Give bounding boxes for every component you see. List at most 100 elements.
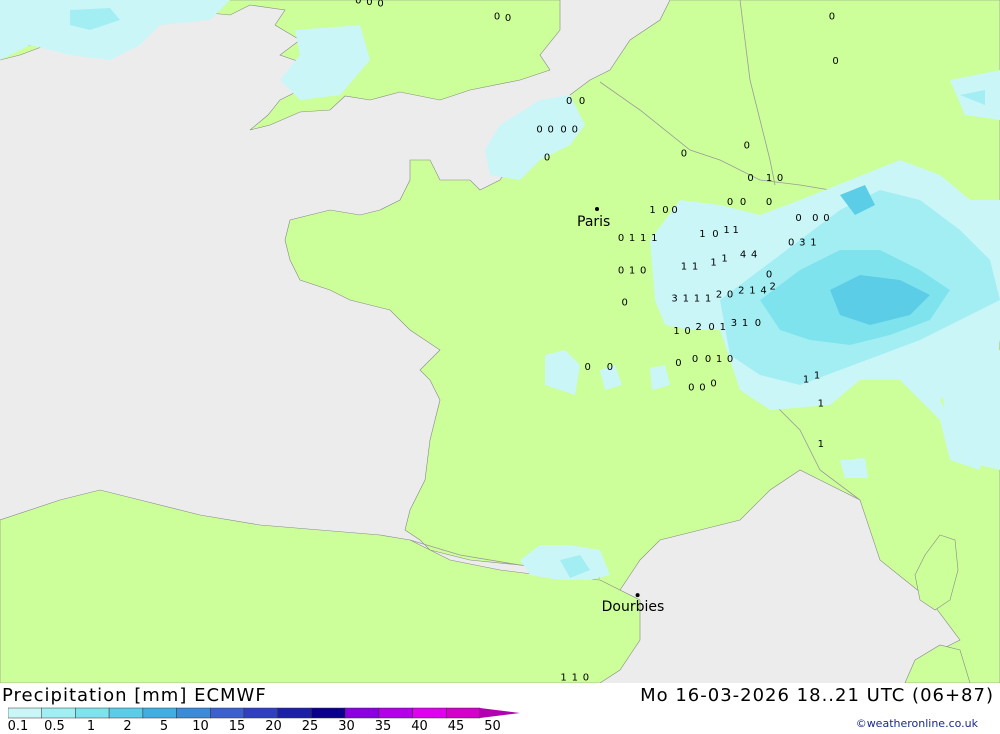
precip-value: 0: [548, 124, 554, 135]
precip-value: 0: [795, 213, 801, 224]
precip-value: 0: [705, 354, 711, 365]
precip-value: 0: [671, 205, 677, 216]
legend-swatch: [176, 707, 211, 719]
valid-time: Mo 16-03-2026 18..21 UTC (06+87): [640, 685, 994, 706]
city-marker: [635, 593, 640, 598]
precip-value: 1: [710, 257, 716, 268]
precip-value: 2: [738, 286, 744, 297]
legend-swatch: [446, 707, 481, 719]
precip-value: 1: [766, 173, 772, 184]
precip-value: 1: [681, 261, 687, 272]
precip-value: 1: [694, 294, 700, 305]
precip-value: 1: [723, 225, 729, 236]
legend-swatch: [311, 707, 346, 719]
legend-arrow: [480, 708, 520, 718]
precip-value: 0: [829, 12, 835, 23]
legend-tick-label: 2: [123, 719, 132, 734]
city-marker: [595, 207, 599, 211]
legend-swatch: [277, 707, 312, 719]
legend-tick-label: 35: [374, 719, 392, 734]
precip-value: 0: [681, 149, 687, 160]
precip-value: 0: [622, 298, 628, 309]
legend-swatch: [41, 707, 76, 719]
precip-value: 0: [607, 362, 613, 373]
legend-swatch: [210, 707, 245, 719]
legend-swatch: [108, 707, 144, 719]
legend-tick-label: 10: [192, 719, 209, 734]
precip-value: 1: [742, 318, 748, 329]
legend-tick-label: 1: [86, 719, 96, 734]
precip-value: 0: [744, 141, 750, 152]
precip-value: 1: [818, 439, 824, 450]
precip-value: 0: [572, 124, 578, 135]
precip-value: 0: [618, 233, 624, 244]
precip-value: 0: [377, 0, 383, 10]
legend-swatch: [243, 707, 278, 719]
precip-value: 0: [823, 213, 829, 224]
precip-value: 1: [699, 229, 705, 240]
precip-value: 0: [688, 382, 694, 393]
precip-value: 1: [560, 673, 566, 684]
precip-value: 0: [618, 266, 624, 277]
precip-value: 0: [727, 197, 733, 208]
precip-value: 1: [814, 370, 820, 381]
precip-value: 0: [355, 0, 361, 7]
precip-value: 2: [696, 322, 702, 333]
precip-value: 4: [751, 249, 757, 260]
precip-value: 0: [708, 322, 714, 333]
credit-text: ©weatheronline.co.uk: [855, 717, 978, 730]
footer-bar: Precipitation [mm] ECMWF Mo 16-03-2026 1…: [0, 683, 1000, 734]
precip-value: 1: [705, 294, 711, 305]
legend-tick-label: 25: [301, 719, 319, 734]
precip-value: 0: [710, 378, 716, 389]
precip-value: 1: [683, 294, 689, 305]
legend-tick-label: 0.1: [7, 719, 29, 734]
color-scale-legend: [8, 707, 520, 719]
precip-value: 0: [505, 13, 511, 24]
precip-value: 0: [699, 382, 705, 393]
precip-value: 0: [560, 124, 566, 135]
precip-value: 1: [640, 233, 646, 244]
precip-value: 3: [731, 318, 737, 329]
precip-value: 0: [494, 12, 500, 23]
precip-value: 0: [366, 0, 372, 8]
precip-value: 1: [629, 266, 635, 277]
precip-value: 0: [684, 326, 690, 337]
precip-value: 0: [579, 96, 585, 107]
city-label: Paris: [577, 214, 610, 230]
legend-swatch: [142, 707, 177, 719]
legend-tick-label: 40: [411, 719, 428, 734]
legend-swatch: [378, 707, 413, 719]
precip-value: 0: [640, 266, 646, 277]
legend-swatch: [8, 707, 42, 719]
precip-value: 0: [544, 153, 550, 164]
precip-value: 0: [536, 124, 542, 135]
precip-value: 1: [810, 237, 816, 248]
precip-value: 0: [740, 197, 746, 208]
map-title: Precipitation [mm] ECMWF: [2, 685, 267, 706]
precip-value: 2: [770, 282, 776, 293]
precip-value: 0: [727, 290, 733, 301]
legend-tick-label: 30: [338, 719, 355, 734]
precip-value: 1: [803, 374, 809, 385]
legend-swatch: [344, 707, 380, 719]
precip-value: 0: [766, 270, 772, 281]
precip-value: 3: [671, 294, 677, 305]
precip-value: 1: [673, 326, 679, 337]
precip-value: 0: [585, 362, 591, 373]
precip-value: 4: [740, 249, 746, 260]
precip-value: 0: [712, 229, 718, 240]
legend-tick-label: 50: [484, 719, 501, 734]
precip-value: 0: [755, 318, 761, 329]
legend-swatch: [75, 707, 110, 719]
precip-value: 1: [720, 322, 726, 333]
legend-tick-label: 20: [265, 719, 282, 734]
precip-value: 1: [692, 261, 698, 272]
city-label: Dourbies: [602, 599, 665, 615]
precip-value: 0: [788, 237, 794, 248]
precip-value: 1: [733, 225, 739, 236]
precip-value: 1: [716, 354, 722, 365]
legend-tick-label: 5: [159, 719, 169, 734]
precip-value: 1: [721, 253, 727, 264]
precip-value: 1: [749, 286, 755, 297]
